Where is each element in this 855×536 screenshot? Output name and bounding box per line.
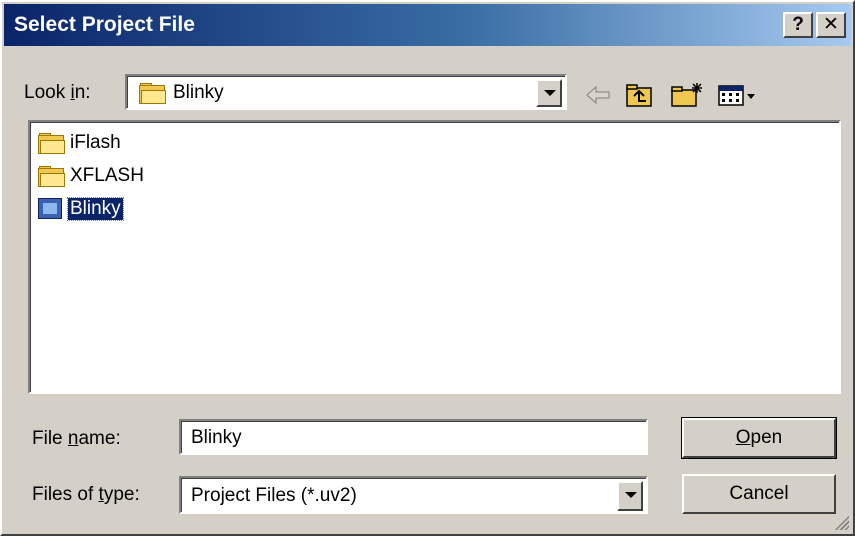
list-item-label: XFLASH <box>70 165 144 186</box>
select-project-file-dialog: Select Project File ? ✕ Look in: Blinky <box>0 0 855 536</box>
file-type-value: Project Files (*.uv2) <box>191 485 357 506</box>
up-one-level-icon[interactable] <box>625 82 655 108</box>
window-title: Select Project File <box>14 13 195 36</box>
help-button[interactable]: ? <box>783 12 813 38</box>
look-in-dropdown-arrow[interactable] <box>536 79 562 107</box>
title-bar[interactable]: Select Project File ? ✕ <box>4 4 851 46</box>
folder-icon <box>38 166 65 187</box>
project-file-icon <box>38 198 62 219</box>
look-in-value: Blinky <box>173 82 224 103</box>
file-type-dropdown-arrow[interactable] <box>617 481 643 511</box>
file-name-label: File name: <box>32 428 121 449</box>
file-type-label: Files of type: <box>32 484 140 505</box>
file-list[interactable]: iFlash XFLASH Blinky <box>28 120 841 394</box>
look-in-combo[interactable]: Blinky <box>125 74 567 110</box>
file-name-value: Blinky <box>191 427 242 448</box>
back-arrow-icon[interactable] <box>584 82 612 108</box>
new-folder-icon[interactable] <box>670 82 704 108</box>
folder-icon <box>38 133 65 154</box>
view-menu-icon[interactable] <box>717 82 759 108</box>
file-type-combo[interactable]: Project Files (*.uv2) <box>179 476 648 514</box>
list-item-label: iFlash <box>70 132 121 153</box>
look-in-label: Look in: <box>24 82 91 103</box>
cancel-button[interactable]: Cancel <box>682 474 836 514</box>
file-name-input[interactable]: Blinky <box>179 419 648 455</box>
folder-icon <box>139 83 166 104</box>
resize-grip[interactable] <box>833 514 849 530</box>
list-item-label: Blinky <box>67 197 124 221</box>
close-button[interactable]: ✕ <box>816 12 846 38</box>
open-button[interactable]: Open <box>681 417 837 459</box>
